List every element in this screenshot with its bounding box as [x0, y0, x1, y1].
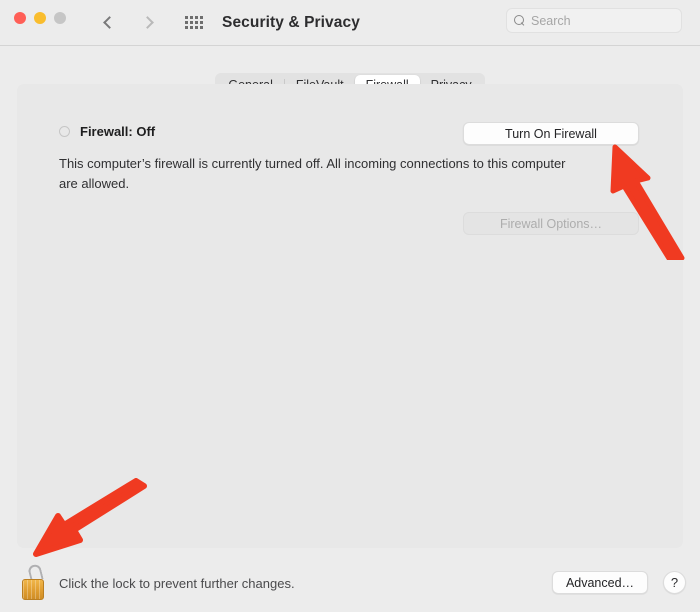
turn-on-firewall-button[interactable]: Turn On Firewall [463, 122, 639, 145]
firewall-options-button: Firewall Options… [463, 212, 639, 235]
forward-button[interactable] [134, 9, 160, 35]
help-button[interactable]: ? [663, 571, 686, 594]
lock-row[interactable]: Click the lock to prevent further change… [22, 563, 295, 600]
minimize-window-button[interactable] [34, 12, 46, 24]
traffic-light-controls [14, 12, 66, 24]
chevron-left-icon [102, 15, 116, 29]
lock-hint-text: Click the lock to prevent further change… [59, 575, 295, 591]
zoom-window-button[interactable] [54, 12, 66, 24]
close-window-button[interactable] [14, 12, 26, 24]
window-titlebar: Security & Privacy Search [0, 0, 700, 46]
status-indicator-icon [59, 126, 70, 137]
back-button[interactable] [96, 9, 122, 35]
padlock-open-icon[interactable] [22, 563, 48, 600]
search-icon [514, 15, 525, 26]
firewall-content-panel: Firewall: Off This computer’s firewall i… [17, 84, 683, 548]
security-privacy-window: Security & Privacy Search General FileVa… [0, 0, 700, 612]
firewall-description-text: This computer’s firewall is currently tu… [59, 156, 566, 192]
firewall-status-label: Firewall: Off [80, 124, 156, 139]
search-input[interactable]: Search [506, 8, 682, 33]
grid-dots-icon [185, 15, 203, 29]
search-placeholder: Search [531, 13, 571, 28]
firewall-status-row: Firewall: Off [59, 124, 155, 139]
chevron-right-icon [140, 15, 154, 29]
advanced-button[interactable]: Advanced… [552, 571, 648, 594]
page-title: Security & Privacy [222, 14, 360, 31]
show-all-preferences-button[interactable] [180, 9, 208, 35]
